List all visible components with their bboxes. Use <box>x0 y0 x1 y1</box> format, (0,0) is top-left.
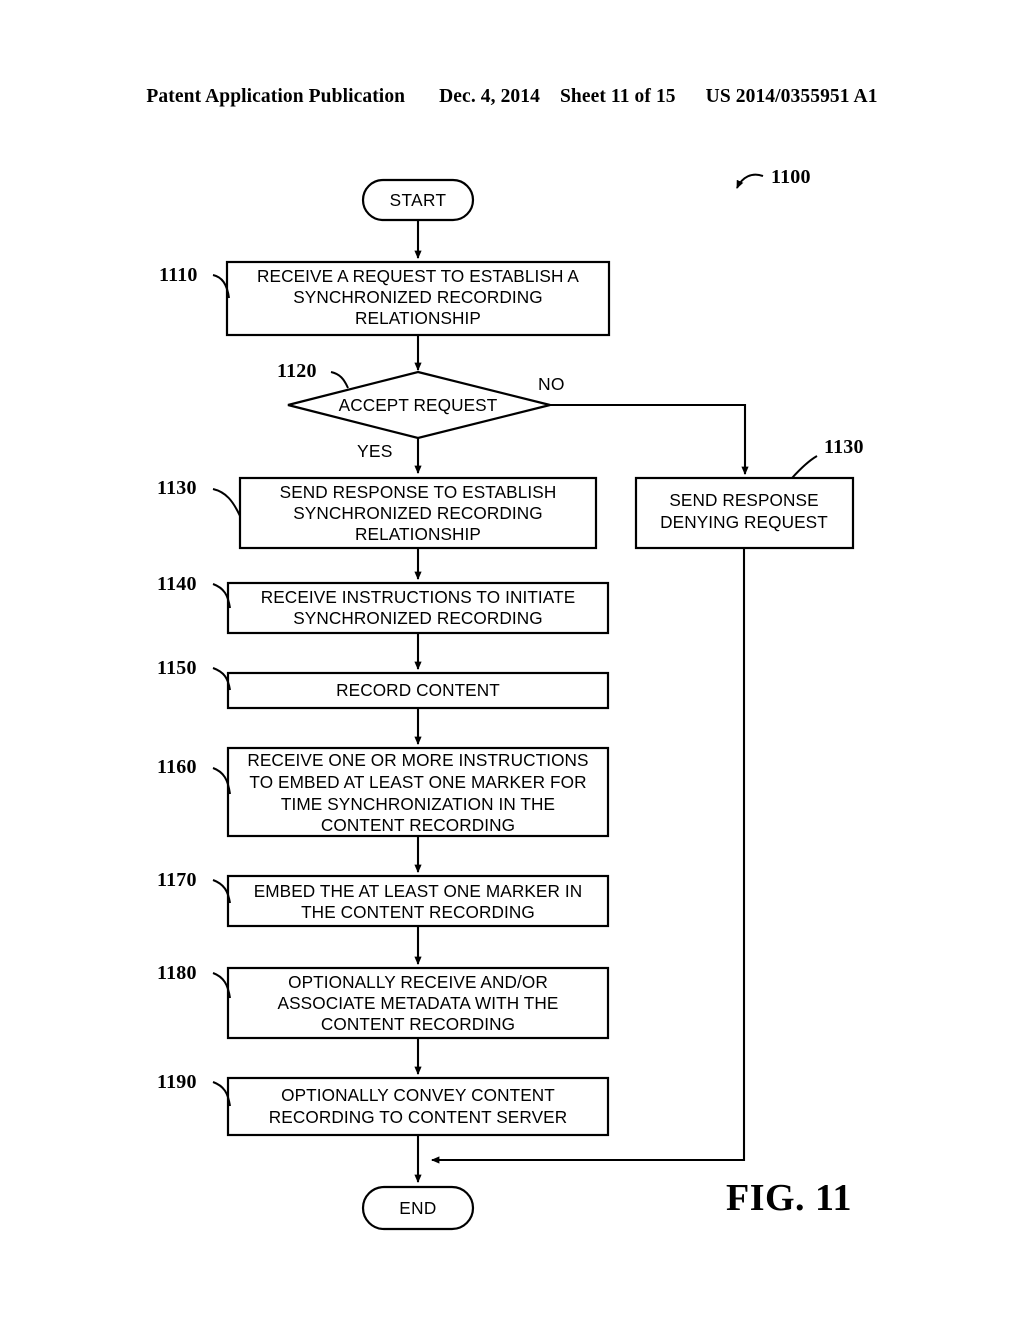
step-ref-1150: 1150 <box>157 657 231 691</box>
branch-label-no: NO <box>538 374 565 394</box>
step-ref-1190-label: 1190 <box>157 1071 197 1093</box>
step-ref-1170-label: 1170 <box>157 869 197 891</box>
step-ref-1130-accept: 1130 <box>157 477 241 517</box>
step-ref-1120-label: 1120 <box>277 360 317 382</box>
step-1180-line-1: OPTIONALLY RECEIVE AND/OR <box>288 972 548 992</box>
step-box-1130-accept: SEND RESPONSE TO ESTABLISH SYNCHRONIZED … <box>238 476 598 550</box>
step-1140-line-2: SYNCHRONIZED RECORDING <box>293 608 543 628</box>
end-label: END <box>399 1198 437 1218</box>
branch-label-yes: YES <box>357 441 393 461</box>
step-box-1110: RECEIVE A REQUEST TO ESTABLISH A SYNCHRO… <box>225 260 611 337</box>
step-box-1180: OPTIONALLY RECEIVE AND/OR ASSOCIATE META… <box>226 966 610 1040</box>
patent-page: Patent Application Publication Dec. 4, 2… <box>0 0 1024 1320</box>
start-label: START <box>390 190 447 210</box>
decision-1120-label: ACCEPT REQUEST <box>339 395 498 415</box>
step-box-1190: OPTIONALLY CONVEY CONTENT RECORDING TO C… <box>226 1076 610 1137</box>
step-1160-line-4: CONTENT RECORDING <box>321 815 515 835</box>
start-terminator: START <box>361 178 475 222</box>
step-1170-line-2: THE CONTENT RECORDING <box>301 902 535 922</box>
step-ref-1150-label: 1150 <box>157 657 197 679</box>
connector-deny-to-end <box>431 548 746 1164</box>
step-ref-1110-label: 1110 <box>159 264 198 286</box>
step-1150-line-1: RECORD CONTENT <box>336 680 500 700</box>
step-box-1170: EMBED THE AT LEAST ONE MARKER IN THE CON… <box>226 874 610 928</box>
flowchart-diagram: 1100 START RECEIVE A REQUEST TO ESTABLIS… <box>157 166 864 1231</box>
step-1160-line-3: TIME SYNCHRONIZATION IN THE <box>281 794 555 814</box>
step-1160-line-1: RECEIVE ONE OR MORE INSTRUCTIONS <box>247 750 588 770</box>
step-ref-1110: 1110 <box>159 264 230 299</box>
step-1190-line-1: OPTIONALLY CONVEY CONTENT <box>281 1085 555 1105</box>
diagram-ref-1100: 1100 <box>736 166 811 189</box>
deny-branch-line-2: DENYING REQUEST <box>660 512 828 532</box>
step-ref-1160: 1160 <box>157 756 231 795</box>
step-ref-1180: 1180 <box>157 962 231 999</box>
step-ref-1170: 1170 <box>157 869 231 904</box>
step-ref-1180-label: 1180 <box>157 962 197 984</box>
deny-branch-ref-label: 1130 <box>824 436 864 458</box>
step-ref-1130-label: 1130 <box>157 477 197 499</box>
step-1130-line-1: SEND RESPONSE TO ESTABLISH <box>280 482 557 502</box>
step-1110-line-3: RELATIONSHIP <box>355 308 481 328</box>
connector-1120-no <box>550 403 749 475</box>
step-box-1130-deny: SEND RESPONSE DENYING REQUEST <box>634 476 855 550</box>
step-box-1140: RECEIVE INSTRUCTIONS TO INITIATE SYNCHRO… <box>226 581 610 635</box>
step-1130-line-3: RELATIONSHIP <box>355 524 481 544</box>
step-ref-1140: 1140 <box>157 573 231 609</box>
step-1160-line-2: TO EMBED AT LEAST ONE MARKER FOR <box>249 772 586 792</box>
step-ref-1140-label: 1140 <box>157 573 197 595</box>
step-1170-line-1: EMBED THE AT LEAST ONE MARKER IN <box>254 881 583 901</box>
step-ref-1120: 1120 <box>277 360 349 389</box>
deny-branch-line-1: SEND RESPONSE <box>669 490 818 510</box>
decision-1120: ACCEPT REQUEST <box>287 370 551 440</box>
step-box-1160: RECEIVE ONE OR MORE INSTRUCTIONS TO EMBE… <box>226 746 610 838</box>
step-ref-1190: 1190 <box>157 1071 231 1107</box>
diagram-ref-1100-label: 1100 <box>771 166 811 188</box>
step-1110-line-1: RECEIVE A REQUEST TO ESTABLISH A <box>257 266 579 286</box>
step-ref-1160-label: 1160 <box>157 756 197 778</box>
step-1110-line-2: SYNCHRONIZED RECORDING <box>293 287 543 307</box>
step-1190-line-2: RECORDING TO CONTENT SERVER <box>269 1107 567 1127</box>
step-1180-line-3: CONTENT RECORDING <box>321 1014 515 1034</box>
step-1180-line-2: ASSOCIATE METADATA WITH THE <box>278 993 559 1013</box>
step-ref-1130-deny: 1130 <box>791 436 864 479</box>
step-1140-line-1: RECEIVE INSTRUCTIONS TO INITIATE <box>261 587 576 607</box>
step-1130-line-2: SYNCHRONIZED RECORDING <box>293 503 543 523</box>
end-terminator: END <box>361 1185 475 1231</box>
step-box-1150: RECORD CONTENT <box>226 671 610 710</box>
